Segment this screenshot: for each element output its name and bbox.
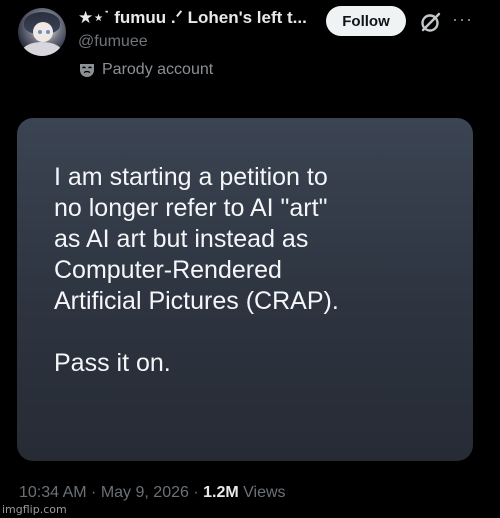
parody-label: Parody account <box>102 61 214 78</box>
follow-button[interactable]: Follow <box>326 6 406 36</box>
card-line: Computer-Rendered <box>54 256 282 284</box>
more-icon[interactable]: ··· <box>452 10 474 32</box>
meta-separator: · <box>188 484 204 501</box>
author-name[interactable]: ★⋆˙ fumuu .ᐟ Lohen's left t... <box>78 8 318 28</box>
parody-label-row: Parody account <box>78 61 213 79</box>
avatar-eye-right <box>46 30 50 34</box>
card-text: I am starting a petition to no longer re… <box>54 162 454 379</box>
avatar-face <box>33 22 53 42</box>
post-time[interactable]: 10:34 AM <box>19 484 87 501</box>
author-handle[interactable]: @fumuee <box>78 33 148 51</box>
card-line: as AI art but instead as <box>54 225 309 253</box>
card-closing-line: Pass it on. <box>54 349 171 377</box>
meta-separator: · <box>86 484 101 501</box>
card-line: Artificial Pictures (CRAP). <box>54 287 339 315</box>
avatar[interactable] <box>18 8 66 56</box>
views-label: Views <box>238 484 286 501</box>
watermark: imgflip.com <box>2 503 67 516</box>
avatar-body <box>22 42 62 56</box>
post-image-card[interactable]: I am starting a petition to no longer re… <box>17 118 473 461</box>
views-count: 1.2M <box>203 484 239 501</box>
post-meta: 10:34 AM · May 9, 2026 · 1.2M Views <box>19 484 286 502</box>
mask-icon <box>80 64 94 77</box>
avatar-eye-left <box>38 30 42 34</box>
grok-icon[interactable] <box>418 9 444 35</box>
card-line: no longer refer to AI "art" <box>54 194 328 222</box>
post-date[interactable]: May 9, 2026 <box>101 484 189 501</box>
card-line: I am starting a petition to <box>54 163 328 191</box>
